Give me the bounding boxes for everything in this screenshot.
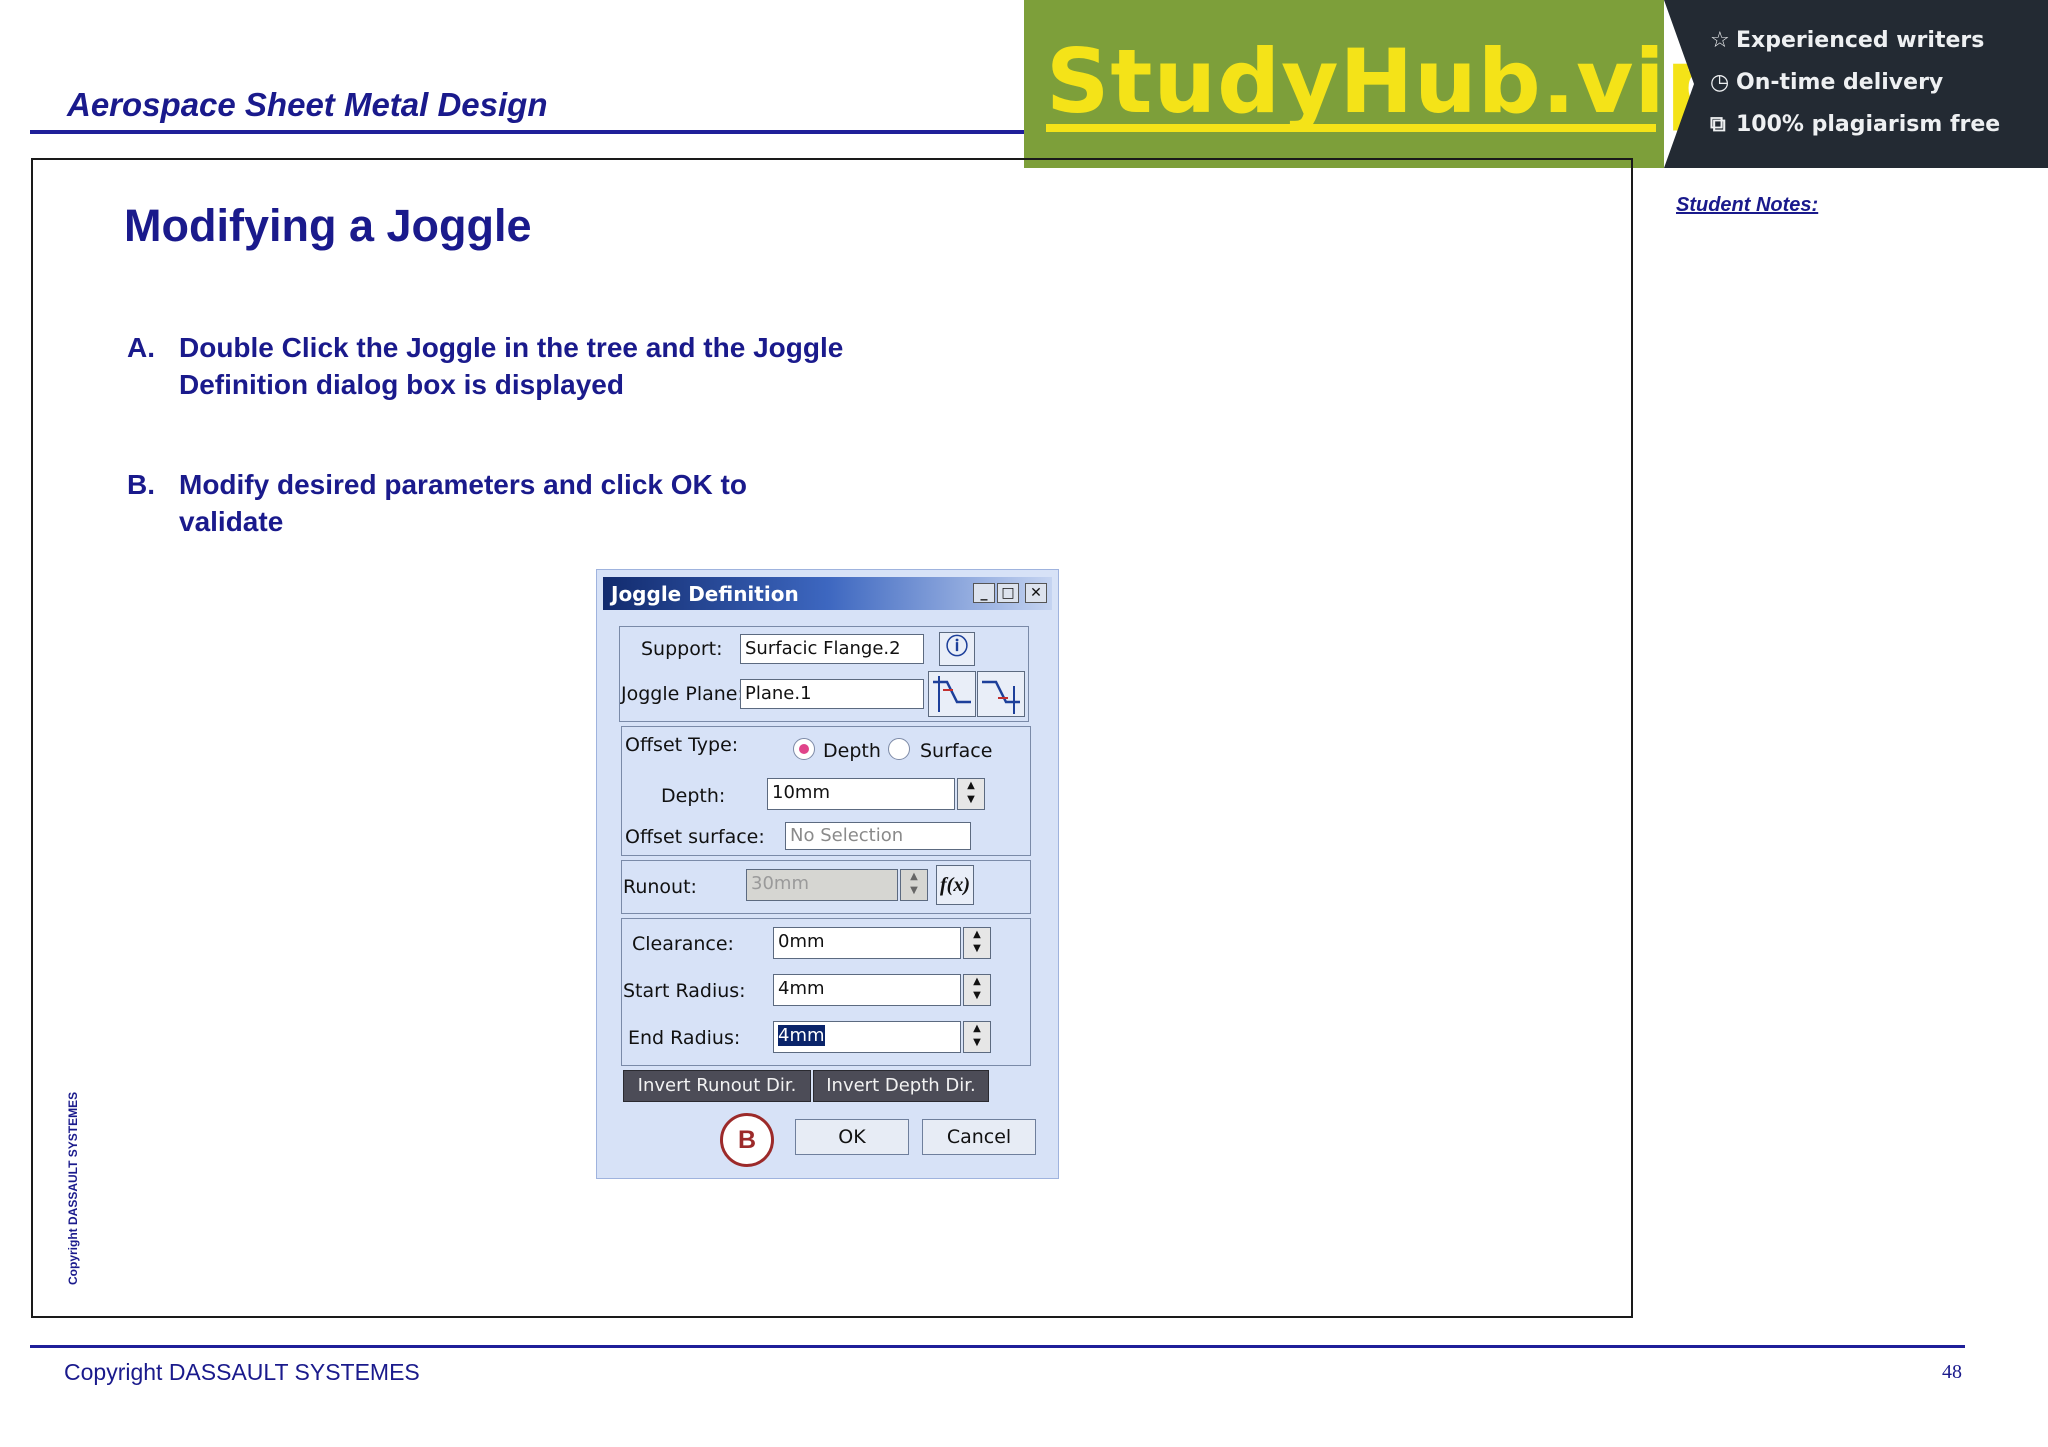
slide-heading: Modifying a Joggle: [124, 200, 532, 251]
clearance-spinner[interactable]: ▲ ▼: [963, 927, 991, 959]
joggle-plane-field[interactable]: Plane.1: [740, 679, 924, 709]
depth-field[interactable]: 10mm: [767, 778, 955, 810]
student-notes-label: Student Notes:: [1676, 194, 1819, 216]
course-title: Aerospace Sheet Metal Design: [67, 86, 548, 123]
joggle-side-2-icon[interactable]: [977, 671, 1025, 717]
runout-field[interactable]: 30mm: [746, 869, 898, 901]
runout-spinner[interactable]: ▲ ▼: [900, 869, 928, 901]
studyhub-banner[interactable]: StudyHub.vip ☆ Experienced writers ◷ On-ti…: [1024, 0, 2048, 168]
callout-b: B: [720, 1113, 774, 1167]
clearance-label: Clearance:: [632, 933, 734, 955]
side-copyright: Copyright DASSAULT SYSTEMES: [66, 1091, 80, 1285]
support-label: Support:: [641, 638, 723, 660]
depth-radio[interactable]: [793, 738, 815, 760]
depth-spinner[interactable]: ▲ ▼: [957, 778, 985, 810]
banner-feature: ⧉ 100% plagiarism free: [1710, 112, 2000, 137]
depth-radio-label: Depth: [823, 740, 881, 762]
page-number: 48: [1942, 1361, 1962, 1383]
runout-label: Runout:: [623, 876, 697, 898]
end-radius-field[interactable]: 4mm: [773, 1021, 961, 1053]
end-radius-label: End Radius:: [628, 1027, 741, 1049]
formula-icon[interactable]: f(x): [936, 865, 974, 905]
invert-depth-button[interactable]: Invert Depth Dir.: [813, 1070, 989, 1102]
end-radius-spinner[interactable]: ▲ ▼: [963, 1021, 991, 1053]
banner-feature-label: 100% plagiarism free: [1736, 112, 2001, 137]
header-rule: [30, 130, 1030, 134]
banner-logo-underline: [1046, 124, 1656, 132]
info-icon[interactable]: ⓘ: [939, 632, 975, 666]
start-radius-field[interactable]: 4mm: [773, 974, 961, 1006]
offset-surface-field[interactable]: No Selection: [785, 822, 971, 850]
banner-logo: StudyHub.vip: [1046, 30, 1730, 133]
maximize-button[interactable]: □: [997, 583, 1019, 603]
dialog-title: Joggle Definition: [611, 582, 799, 606]
ok-button[interactable]: OK: [795, 1119, 909, 1155]
minimize-button[interactable]: _: [973, 583, 995, 603]
banner-feature: ◷ On-time delivery: [1710, 70, 1943, 95]
invert-runout-button[interactable]: Invert Runout Dir.: [623, 1070, 811, 1102]
joggle-definition-dialog: Joggle Definition _ □ ✕ Support: Surfaci…: [596, 569, 1059, 1179]
clock-icon: ◷: [1710, 70, 1730, 95]
step-text: Modify desired parameters and click OK t…: [179, 469, 747, 537]
offset-type-label: Offset Type:: [625, 734, 739, 756]
step-letter: A.: [127, 332, 155, 363]
step-text: Double Click the Joggle in the tree and …: [179, 332, 844, 400]
surface-radio[interactable]: [888, 738, 910, 760]
banner-feature-label: On-time delivery: [1736, 70, 1944, 95]
banner-feature: ☆ Experienced writers: [1710, 28, 1984, 53]
footer-rule: [30, 1345, 1965, 1348]
joggle-plane-label: Joggle Plane:: [621, 683, 744, 705]
joggle-side-1-icon[interactable]: [928, 671, 976, 717]
step-letter: B.: [127, 469, 155, 500]
close-button[interactable]: ✕: [1025, 583, 1047, 603]
dialog-titlebar[interactable]: Joggle Definition _ □ ✕: [603, 577, 1052, 610]
offset-surface-label: Offset surface:: [625, 826, 765, 848]
depth-label: Depth:: [661, 785, 726, 807]
start-radius-spinner[interactable]: ▲ ▼: [963, 974, 991, 1006]
banner-feature-label: Experienced writers: [1736, 28, 1985, 53]
copy-icon: ⧉: [1710, 112, 1726, 137]
support-field[interactable]: Surfacic Flange.2: [740, 634, 924, 664]
clearance-field[interactable]: 0mm: [773, 927, 961, 959]
start-radius-label: Start Radius:: [623, 980, 746, 1002]
surface-radio-label: Surface: [920, 740, 993, 762]
footer-copyright: Copyright DASSAULT SYSTEMES: [64, 1359, 420, 1385]
end-radius-value: 4mm: [778, 1025, 825, 1046]
cancel-button[interactable]: Cancel: [922, 1119, 1036, 1155]
star-icon: ☆: [1710, 28, 1730, 53]
